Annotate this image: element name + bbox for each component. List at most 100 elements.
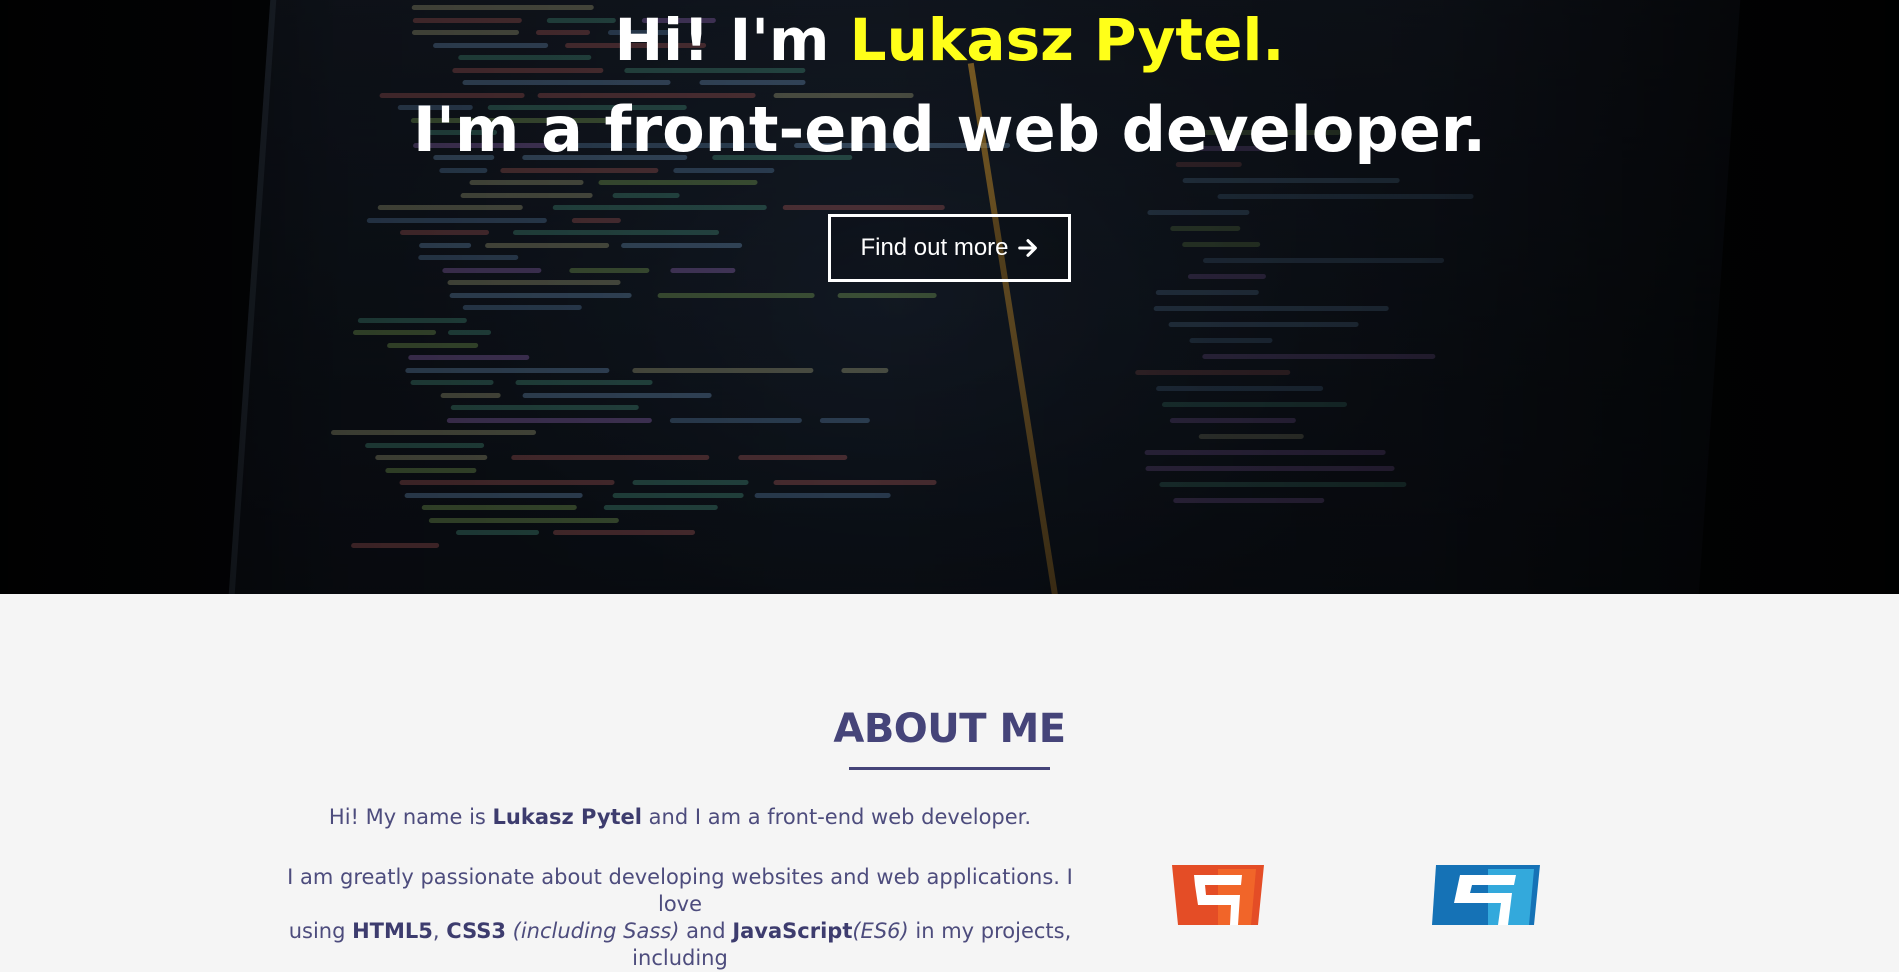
html5-logo-icon: [1172, 865, 1264, 925]
code-line-fragment: [571, 217, 622, 223]
arrow-right-icon: [1017, 237, 1039, 259]
code-line-fragment: [418, 242, 472, 248]
code-line-fragment: [450, 405, 639, 410]
code-line-fragment: [1153, 306, 1389, 311]
find-out-more-label: Find out more: [860, 234, 1009, 261]
hero-name: Lukasz Pytel.: [849, 6, 1285, 74]
code-line-fragment: [1145, 466, 1396, 471]
code-line-fragment: [515, 380, 654, 385]
code-line-fragment: [837, 292, 937, 298]
code-line-fragment: [428, 517, 619, 523]
code-line-fragment: [620, 242, 743, 248]
code-line-fragment: [405, 367, 610, 373]
code-line-fragment: [385, 467, 477, 473]
about-section: ABOUT ME Hi! My name is Lukasz Pytel and…: [0, 594, 1899, 970]
about-heading: ABOUT ME: [833, 706, 1066, 752]
code-line-fragment: [404, 492, 583, 498]
code-line-fragment: [669, 417, 803, 423]
code-line-fragment: [421, 505, 577, 510]
code-line-fragment: [1159, 482, 1407, 487]
hero-section: Hi! I'm Lukasz Pytel. I'm a front-end we…: [0, 0, 1899, 594]
code-line-fragment: [448, 330, 491, 335]
code-line-fragment: [1182, 178, 1400, 183]
code-line-fragment: [819, 417, 871, 423]
code-line-fragment: [1202, 258, 1445, 263]
code-line-fragment: [754, 492, 892, 498]
code-line-fragment: [1135, 370, 1291, 375]
code-line-fragment: [387, 342, 479, 348]
code-line-fragment: [485, 242, 610, 248]
code-line-fragment: [377, 205, 524, 210]
code-line-fragment: [1170, 418, 1296, 423]
code-line-fragment: [440, 392, 501, 398]
about-tech-and: and: [679, 919, 733, 943]
code-line-fragment: [365, 442, 484, 448]
code-line-fragment: [1172, 498, 1325, 503]
code-line-fragment: [462, 80, 671, 85]
code-line-fragment: [782, 205, 946, 210]
about-intro-suffix: and I am a front-end web developer.: [642, 805, 1032, 829]
code-line-fragment: [1155, 290, 1260, 295]
code-line-fragment: [1169, 226, 1241, 231]
code-line-fragment: [469, 180, 584, 185]
code-line-fragment: [1182, 242, 1261, 247]
hero-greeting: Hi! I'm Lukasz Pytel.: [0, 2, 1899, 78]
about-heading-underline: [849, 767, 1050, 770]
code-line-fragment: [1217, 194, 1475, 199]
code-line-fragment: [442, 267, 542, 273]
about-passion-text: I am greatly passionate about developing…: [287, 865, 1073, 916]
code-line-fragment: [331, 430, 537, 435]
about-intro-prefix: Hi! My name is: [328, 805, 493, 829]
code-line-fragment: [737, 455, 847, 460]
code-line-fragment: [353, 330, 437, 335]
code-line-fragment: [408, 355, 530, 360]
code-line-fragment: [410, 380, 494, 385]
about-tech-css: CSS3: [446, 919, 506, 943]
code-line-fragment: [351, 542, 440, 548]
code-line-fragment: [522, 392, 712, 398]
code-line-fragment: [1187, 274, 1266, 279]
code-line-fragment: [773, 480, 937, 485]
code-line-fragment: [511, 455, 710, 460]
code-line-fragment: [462, 305, 582, 310]
code-line-fragment: [418, 255, 519, 260]
code-line-fragment: [399, 480, 616, 485]
code-line-fragment: [512, 230, 720, 235]
code-line-fragment: [1198, 434, 1304, 439]
code-line-fragment: [553, 530, 695, 535]
about-tech-sep: ,: [432, 919, 447, 943]
code-line-fragment: [1144, 450, 1386, 455]
about-intro-name: Lukasz Pytel: [492, 805, 642, 829]
code-line-fragment: [552, 205, 767, 210]
find-out-more-button[interactable]: Find out more: [828, 214, 1071, 282]
code-line-fragment: [1168, 322, 1359, 327]
code-line-fragment: [612, 192, 680, 198]
code-line-fragment: [603, 505, 719, 510]
css3-logo-icon: [1432, 865, 1540, 925]
code-line-fragment: [612, 492, 745, 498]
hero-subtitle: I'm a front-end web developer.: [412, 93, 1487, 166]
code-line-fragment: [374, 455, 488, 460]
about-text: Hi! My name is Lukasz Pytel and I am a f…: [270, 804, 1090, 972]
hero-greeting-prefix: Hi! I'm: [614, 6, 850, 74]
code-line-fragment: [367, 217, 548, 223]
code-line-fragment: [569, 267, 650, 273]
code-line-fragment: [632, 480, 749, 485]
code-line-fragment: [1202, 354, 1436, 359]
code-line-fragment: [460, 192, 594, 198]
code-line-fragment: [449, 292, 632, 298]
code-line-fragment: [657, 292, 816, 298]
about-tech-prefix: using: [288, 919, 353, 943]
about-tech-html: HTML5: [352, 919, 433, 943]
code-line-fragment: [399, 230, 490, 235]
code-line-fragment: [598, 180, 758, 185]
about-passion-paragraph: I am greatly passionate about developing…: [270, 864, 1090, 972]
code-line-fragment: [699, 80, 806, 85]
code-line-fragment: [632, 367, 814, 373]
code-line-fragment: [447, 280, 621, 285]
about-tech-es6: (ES6): [852, 919, 909, 943]
about-tech-js: JavaScript: [732, 919, 853, 943]
code-line-fragment: [1161, 402, 1347, 407]
code-line-fragment: [1189, 338, 1273, 343]
code-line-fragment: [447, 417, 653, 423]
